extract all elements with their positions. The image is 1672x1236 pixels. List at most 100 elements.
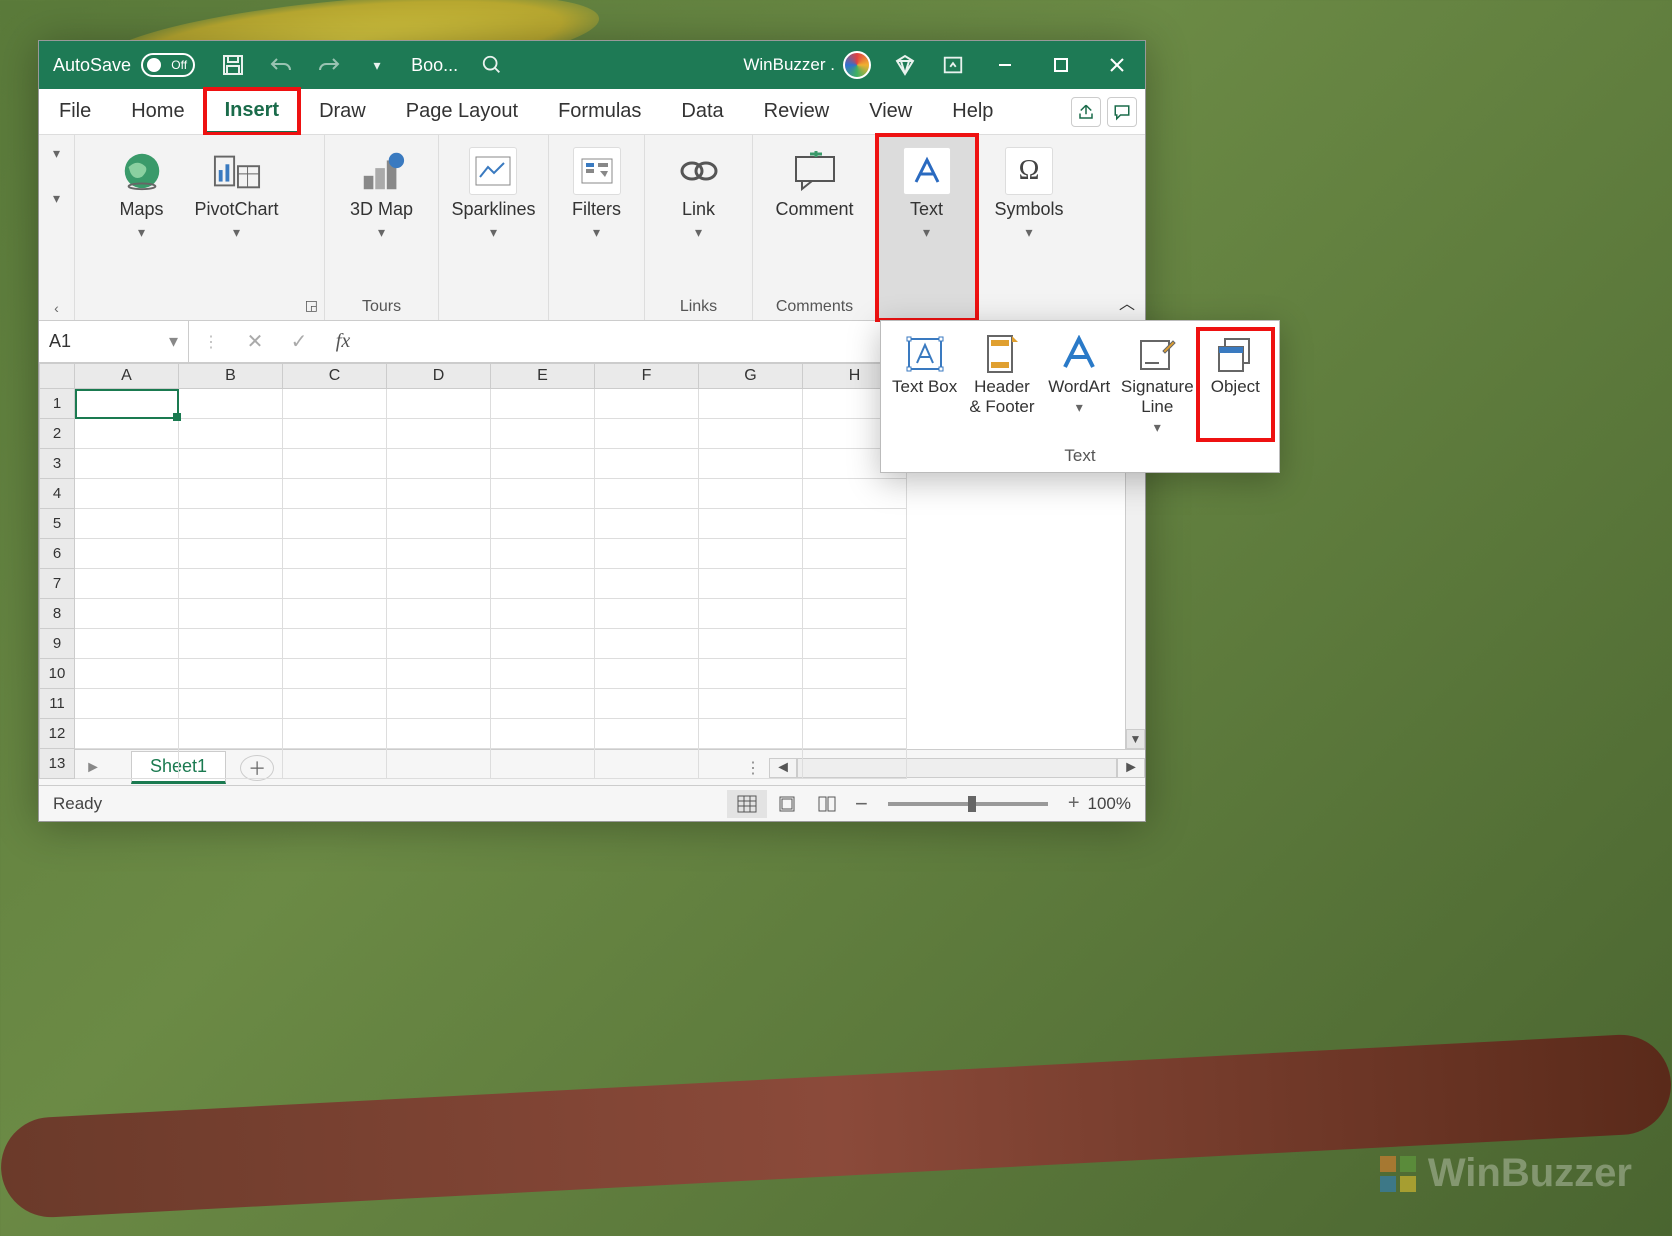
- cell[interactable]: [283, 629, 387, 659]
- tab-page-layout[interactable]: Page Layout: [386, 89, 538, 134]
- cell[interactable]: [75, 419, 179, 449]
- cell[interactable]: [387, 449, 491, 479]
- object-button[interactable]: Object: [1198, 329, 1273, 440]
- cell[interactable]: [491, 569, 595, 599]
- cell[interactable]: [803, 719, 907, 749]
- row-header[interactable]: 6: [39, 539, 75, 569]
- row-header[interactable]: 10: [39, 659, 75, 689]
- cell[interactable]: [491, 539, 595, 569]
- tab-home[interactable]: Home: [111, 89, 204, 134]
- fx-button[interactable]: fx: [321, 321, 365, 362]
- cell[interactable]: [283, 719, 387, 749]
- row-header[interactable]: 9: [39, 629, 75, 659]
- cell[interactable]: [75, 689, 179, 719]
- document-title[interactable]: Boo...: [401, 55, 468, 76]
- close-button[interactable]: [1089, 41, 1145, 89]
- cell[interactable]: [75, 749, 179, 779]
- cell[interactable]: [491, 689, 595, 719]
- cell[interactable]: [387, 749, 491, 779]
- cell[interactable]: [699, 449, 803, 479]
- column-header[interactable]: D: [387, 363, 491, 389]
- column-header[interactable]: A: [75, 363, 179, 389]
- sparklines-button[interactable]: Sparklines ▾: [443, 141, 543, 247]
- row-header[interactable]: 5: [39, 509, 75, 539]
- cell[interactable]: [595, 569, 699, 599]
- account-button[interactable]: WinBuzzer .: [733, 51, 881, 79]
- row-header[interactable]: 2: [39, 419, 75, 449]
- cell[interactable]: [75, 569, 179, 599]
- cell[interactable]: [595, 629, 699, 659]
- cell[interactable]: [803, 629, 907, 659]
- zoom-slider[interactable]: [888, 802, 1048, 806]
- tab-data[interactable]: Data: [661, 89, 743, 134]
- search-button[interactable]: [468, 41, 516, 89]
- cell[interactable]: [491, 749, 595, 779]
- dialog-launcher[interactable]: ◲: [305, 297, 318, 314]
- cell[interactable]: [75, 719, 179, 749]
- pivotchart-button[interactable]: PivotChart ▾: [182, 141, 292, 247]
- overflow-top[interactable]: ▾: [53, 145, 60, 162]
- header-footer-button[interactable]: Header & Footer: [964, 329, 1039, 440]
- row-header[interactable]: 4: [39, 479, 75, 509]
- cell[interactable]: [75, 509, 179, 539]
- cell[interactable]: [179, 599, 283, 629]
- symbols-button[interactable]: Ω Symbols ▾: [986, 141, 1071, 247]
- cell[interactable]: [491, 389, 595, 419]
- zoom-out-button[interactable]: −: [847, 791, 876, 817]
- cell[interactable]: [595, 539, 699, 569]
- cell[interactable]: [283, 689, 387, 719]
- cell[interactable]: [595, 419, 699, 449]
- active-cell[interactable]: [75, 389, 179, 419]
- cell[interactable]: [803, 539, 907, 569]
- cell[interactable]: [75, 539, 179, 569]
- cell[interactable]: [387, 719, 491, 749]
- wordart-button[interactable]: WordArt ▾: [1042, 329, 1117, 440]
- tab-formulas[interactable]: Formulas: [538, 89, 661, 134]
- cell[interactable]: [283, 569, 387, 599]
- cell[interactable]: [803, 479, 907, 509]
- cell[interactable]: [699, 689, 803, 719]
- cell[interactable]: [387, 629, 491, 659]
- cell[interactable]: [595, 599, 699, 629]
- cell[interactable]: [491, 629, 595, 659]
- zoom-in-button[interactable]: +: [1060, 792, 1088, 815]
- overflow-bottom[interactable]: ▾: [53, 190, 60, 207]
- cell[interactable]: [387, 689, 491, 719]
- cell[interactable]: [595, 749, 699, 779]
- cell[interactable]: [179, 629, 283, 659]
- signature-line-button[interactable]: Signature Line ▾: [1119, 329, 1196, 440]
- share-button[interactable]: [1071, 97, 1101, 127]
- cell[interactable]: [491, 509, 595, 539]
- cell[interactable]: [595, 719, 699, 749]
- cell[interactable]: [699, 569, 803, 599]
- tab-insert[interactable]: Insert: [205, 89, 299, 134]
- cell[interactable]: [283, 599, 387, 629]
- text-dropdown[interactable]: Text ▾: [893, 141, 961, 247]
- cell[interactable]: [387, 479, 491, 509]
- tab-view[interactable]: View: [849, 89, 932, 134]
- cell[interactable]: [179, 719, 283, 749]
- cancel-formula-button[interactable]: ✕: [233, 321, 277, 362]
- link-button[interactable]: Link ▾: [665, 141, 733, 247]
- cell[interactable]: [387, 389, 491, 419]
- cell[interactable]: [595, 449, 699, 479]
- cell[interactable]: [283, 389, 387, 419]
- column-header[interactable]: F: [595, 363, 699, 389]
- cell[interactable]: [387, 539, 491, 569]
- tab-help[interactable]: Help: [932, 89, 1013, 134]
- row-header[interactable]: 11: [39, 689, 75, 719]
- cell[interactable]: [491, 599, 595, 629]
- cell[interactable]: [179, 659, 283, 689]
- cell[interactable]: [803, 659, 907, 689]
- tab-review[interactable]: Review: [744, 89, 850, 134]
- cell[interactable]: [803, 749, 907, 779]
- cell[interactable]: [387, 419, 491, 449]
- cell[interactable]: [179, 479, 283, 509]
- cell[interactable]: [699, 389, 803, 419]
- row-header[interactable]: 12: [39, 719, 75, 749]
- comment-button[interactable]: Comment: [767, 141, 861, 226]
- name-box[interactable]: A1 ▾: [39, 321, 189, 362]
- cell[interactable]: [803, 689, 907, 719]
- text-box-button[interactable]: Text Box: [887, 329, 962, 440]
- maximize-button[interactable]: [1033, 41, 1089, 89]
